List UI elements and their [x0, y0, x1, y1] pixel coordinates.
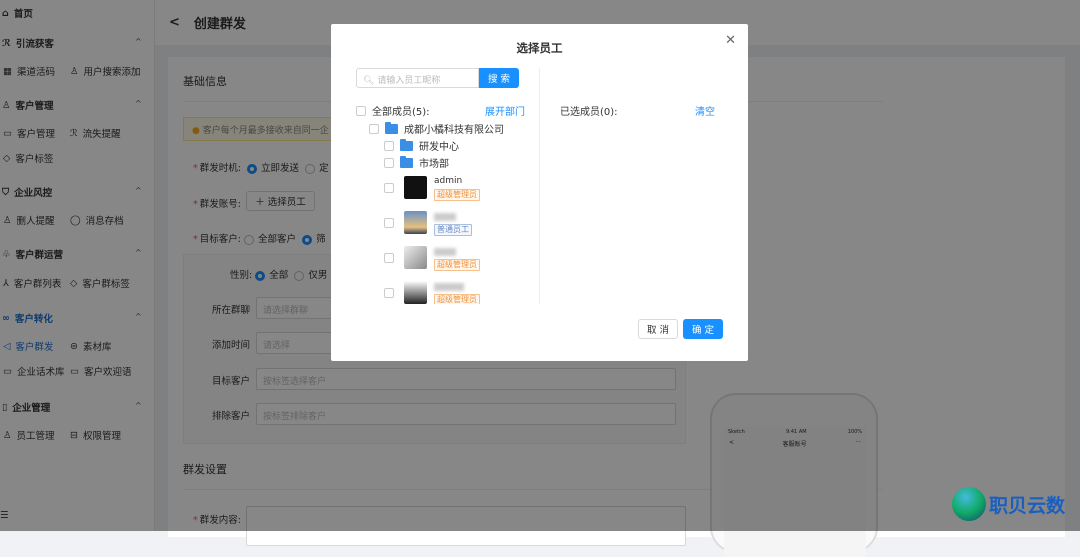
avatar: [404, 246, 427, 269]
tree-node-company: 成都小橘科技有限公司: [369, 121, 504, 136]
checkbox-member[interactable]: [384, 183, 394, 193]
search-icon: 🔍︎: [363, 76, 375, 86]
avatar: [404, 211, 427, 234]
role-badge: 超级管理员: [434, 259, 480, 271]
close-icon[interactable]: ✕: [725, 33, 736, 48]
member-row: 超级管理员: [384, 281, 524, 304]
checkbox-member[interactable]: [384, 218, 394, 228]
watermark-logo: 职贝云数: [952, 487, 1065, 521]
select-staff-modal: 选择员工 ✕ 🔍︎ 请输入员工昵称 搜 索 全部成员(5): 展开部门 成都小橘…: [331, 24, 748, 361]
member-row: 超级管理员: [384, 246, 524, 276]
checkbox-dept[interactable]: [384, 140, 394, 151]
expand-departments-link[interactable]: 展开部门: [485, 103, 525, 118]
checkbox-member[interactable]: [384, 253, 394, 263]
member-row: 普通员工: [384, 211, 524, 241]
search-button[interactable]: 搜 索: [479, 68, 519, 88]
logo-icon: [952, 487, 986, 521]
clear-link[interactable]: 清空: [695, 103, 715, 118]
role-badge: 普通员工: [434, 224, 472, 236]
avatar: [404, 281, 427, 304]
all-members-row: 全部成员(5):: [356, 103, 430, 118]
member-row: admin 超级管理员: [384, 176, 524, 206]
checkbox-all[interactable]: [356, 105, 366, 116]
member-name-blurred: [434, 248, 456, 256]
checkbox-member[interactable]: [384, 288, 394, 298]
tree-node-dept: 研发中心: [384, 138, 459, 153]
confirm-button[interactable]: 确 定: [683, 319, 723, 339]
checkbox-dept[interactable]: [384, 157, 394, 168]
checkbox-company[interactable]: [369, 123, 379, 134]
folder-icon: [385, 121, 398, 134]
member-name: admin: [434, 176, 463, 186]
member-name-blurred: [434, 213, 456, 221]
avatar: [404, 176, 427, 199]
role-badge: 超级管理员: [434, 294, 480, 304]
selected-count: 已选成员(0):: [560, 107, 618, 118]
tree-node-dept: 市场部: [384, 155, 449, 170]
folder-icon: [400, 138, 413, 151]
folder-icon: [400, 155, 413, 168]
modal-title: 选择员工: [516, 41, 563, 55]
role-badge: 超级管理员: [434, 189, 480, 201]
search-input[interactable]: 🔍︎ 请输入员工昵称: [356, 68, 479, 88]
member-name-blurred: [434, 283, 464, 291]
cancel-button[interactable]: 取 消: [638, 319, 678, 339]
